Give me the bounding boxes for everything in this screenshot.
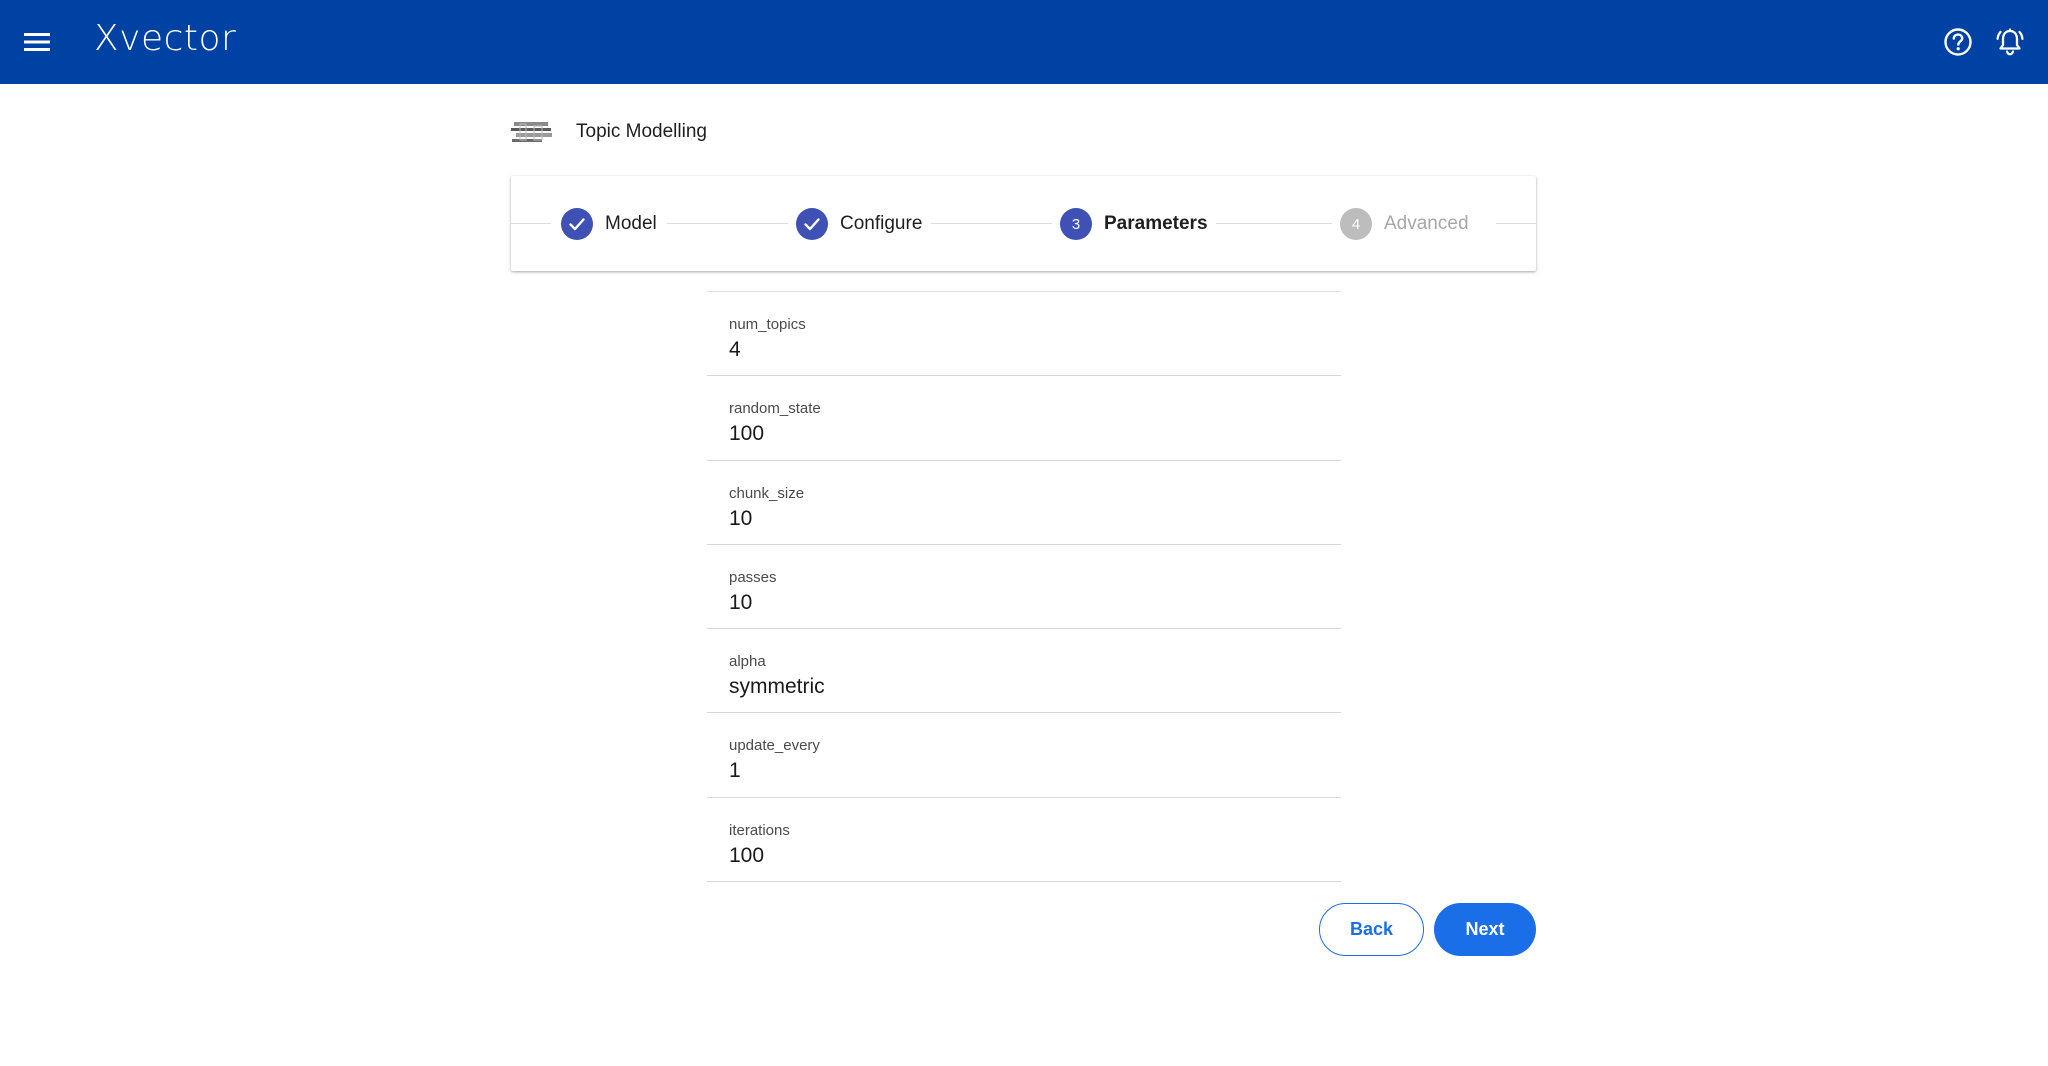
field-value[interactable]: 4 [729, 338, 741, 362]
field-label: chunk_size [729, 484, 805, 502]
field-label: passes [729, 568, 777, 586]
step-model[interactable]: Model [553, 207, 665, 241]
step-label: Parameters [1104, 213, 1208, 234]
help-button[interactable] [1938, 22, 1978, 62]
field-value[interactable]: 10 [729, 591, 752, 615]
field-label: update_every [729, 737, 820, 755]
stepper-connector [1496, 223, 1536, 224]
passes-field[interactable]: passes 10 [707, 545, 1341, 630]
stepper-connector [511, 223, 551, 224]
topic-modelling-logo-icon [511, 122, 552, 142]
stepper-connector [667, 223, 807, 224]
step-parameters[interactable]: 3 Parameters [1052, 207, 1216, 241]
iterations-field[interactable]: iterations 100 [707, 798, 1341, 883]
notifications-button[interactable] [1990, 22, 2030, 62]
field-value[interactable]: 100 [729, 844, 764, 868]
field-label: alpha [729, 653, 766, 671]
brand-logo[interactable]: Xvector [94, 18, 236, 59]
stepper-connector [931, 223, 1071, 224]
hamburger-menu-icon [24, 33, 50, 51]
step-number-badge: 4 [1340, 208, 1372, 240]
app-header: Xvector [0, 0, 2048, 84]
bell-icon [1996, 28, 2024, 56]
check-icon [804, 218, 820, 231]
random-state-field[interactable]: random_state 100 [707, 376, 1341, 461]
step-advanced[interactable]: 4 Advanced [1332, 207, 1477, 241]
step-label: Model [605, 213, 657, 234]
menu-button[interactable] [20, 22, 54, 62]
num-topics-field[interactable]: num_topics 4 [707, 292, 1341, 377]
step-complete-icon [561, 208, 593, 240]
step-number-badge: 3 [1060, 208, 1092, 240]
field-label: num_topics [729, 316, 806, 333]
page-title: Topic Modelling [576, 121, 707, 142]
help-circle-icon [1944, 28, 1972, 56]
alpha-field[interactable]: alpha symmetric [707, 629, 1341, 714]
parameters-form: num_topics 4 random_state 100 chunk_size… [707, 291, 1341, 883]
step-complete-icon [796, 208, 828, 240]
step-configure[interactable]: Configure [788, 207, 931, 241]
step-label: Configure [840, 213, 923, 234]
stepper-connector [1203, 223, 1343, 224]
field-value[interactable]: 100 [729, 422, 764, 446]
page-header: Topic Modelling [510, 114, 707, 150]
field-value[interactable]: 10 [729, 507, 752, 531]
field-value[interactable]: symmetric [729, 675, 825, 699]
field-value[interactable]: 1 [729, 759, 741, 783]
back-button[interactable]: Back [1319, 903, 1424, 956]
field-label: random_state [729, 400, 821, 418]
step-label: Advanced [1384, 213, 1469, 234]
next-button[interactable]: Next [1434, 903, 1536, 956]
chunk-size-field[interactable]: chunk_size 10 [707, 461, 1341, 545]
stepper: Model Configure 3 Parameters 4 Advanced [511, 176, 1536, 271]
field-label: iterations [729, 821, 790, 839]
check-icon [569, 218, 585, 231]
update-every-field[interactable]: update_every 1 [707, 713, 1341, 798]
